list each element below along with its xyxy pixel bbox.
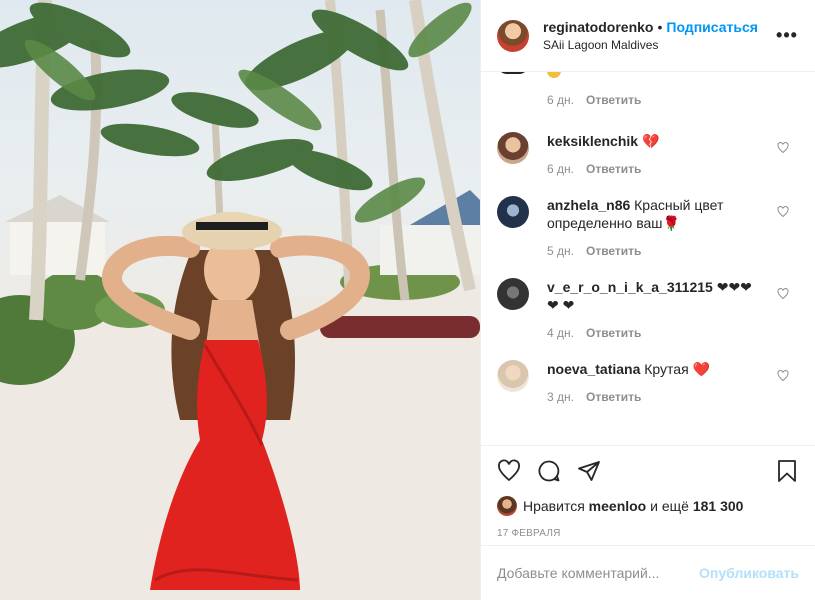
like-comment-heart-icon[interactable] [777, 288, 789, 300]
author-avatar[interactable] [497, 19, 529, 52]
comment-input[interactable] [497, 565, 700, 581]
bookmark-icon[interactable] [775, 459, 799, 483]
comment-body: noeva_tatiana Крутая ❤️ [547, 360, 799, 378]
comment-body: anzhela_n86 Красный цвет определенно ваш… [547, 196, 799, 232]
comment-body: v_e_r_o_n_i_k_a_311215 ❤❤❤❤ ❤ [547, 278, 799, 314]
post-photo[interactable] [0, 0, 480, 600]
comment-time: 4 дн. [547, 326, 574, 340]
likes-count[interactable]: и ещё 181 300 [650, 498, 743, 514]
commenter-username[interactable]: keksiklenchik [547, 133, 638, 149]
previous-avatar[interactable] [497, 72, 529, 74]
reply-button[interactable]: Ответить [586, 390, 641, 404]
like-comment-heart-icon[interactable] [777, 370, 789, 382]
separator-dot: • [657, 19, 663, 35]
likes-prefix: Нравится [523, 498, 585, 514]
reply-button[interactable]: Ответить [586, 326, 641, 340]
commenter-avatar[interactable] [497, 360, 529, 392]
commenter-username[interactable]: anzhela_n86 [547, 197, 630, 213]
comment-text: 💔 [641, 133, 660, 149]
add-comment-bar: Опубликовать [481, 545, 815, 600]
like-comment-heart-icon[interactable] [777, 142, 789, 154]
comment-actions: 6 дн. Ответить [547, 162, 799, 176]
comment-actions: 4 дн. Ответить [547, 326, 799, 340]
comment-time: 3 дн. [547, 390, 574, 404]
comment-text: Крутая ❤️ [644, 361, 710, 377]
post-header: reginatodorenko • Подписаться SAii Lagoo… [481, 0, 815, 72]
post-sidebar: reginatodorenko • Подписаться SAii Lagoo… [480, 0, 815, 600]
previous-actions: 6 дн. Ответить [481, 93, 641, 107]
comment-item: v_e_r_o_n_i_k_a_311215 ❤❤❤❤ ❤ 4 дн. Отве… [481, 266, 815, 340]
more-icon[interactable]: ••• [775, 25, 799, 46]
action-icons-row [481, 446, 815, 496]
previous-comment-fragment: 6 дн. Ответить [481, 72, 815, 120]
likes-number: 181 300 [692, 498, 744, 514]
comment-time: 6 дн. [547, 162, 574, 176]
photo-illustration [0, 0, 480, 600]
comment-item: anzhela_n86 Красный цвет определенно ваш… [481, 184, 815, 258]
previous-emoji [547, 72, 561, 78]
post-location[interactable]: SAii Lagoon Maldives [543, 38, 775, 52]
post-date[interactable]: 17 ФЕВРАЛЯ [481, 516, 815, 539]
liker-username[interactable]: meenloo [589, 498, 647, 514]
like-comment-heart-icon[interactable] [777, 206, 789, 218]
post-actions-section: Нравится meenloo и ещё 181 300 17 ФЕВРАЛ… [481, 445, 815, 539]
comment-item: keksiklenchik 💔 6 дн. Ответить [481, 120, 815, 176]
comments-list[interactable]: 6 дн. Ответить keksiklenchik 💔 6 дн. Отв… [481, 72, 815, 445]
author-meta: reginatodorenko • Подписаться SAii Lagoo… [543, 19, 775, 52]
comment-actions: 5 дн. Ответить [547, 244, 799, 258]
reply-button[interactable]: Ответить [586, 93, 641, 107]
likes-summary: Нравится meenloo и ещё 181 300 [481, 496, 815, 516]
comment-time: 6 дн. [547, 93, 574, 107]
author-username[interactable]: reginatodorenko [543, 19, 653, 35]
commenter-avatar[interactable] [497, 278, 529, 310]
comment-body: keksiklenchik 💔 [547, 132, 799, 150]
comment-icon[interactable] [537, 459, 561, 483]
commenter-username[interactable]: noeva_tatiana [547, 361, 640, 377]
reply-button[interactable]: Ответить [586, 162, 641, 176]
liker-avatar[interactable] [497, 496, 517, 516]
share-icon[interactable] [577, 459, 601, 483]
comment-actions: 3 дн. Ответить [547, 390, 799, 404]
commenter-avatar[interactable] [497, 196, 529, 228]
reply-button[interactable]: Ответить [586, 244, 641, 258]
publish-button[interactable]: Опубликовать [699, 565, 799, 581]
follow-button[interactable]: Подписаться [666, 19, 758, 35]
comment-item: noeva_tatiana Крутая ❤️ 3 дн. Ответить [481, 348, 815, 404]
commenter-avatar[interactable] [497, 132, 529, 164]
heart-icon[interactable] [497, 459, 521, 483]
commenter-username[interactable]: v_e_r_o_n_i_k_a_311215 [547, 279, 713, 295]
comment-time: 5 дн. [547, 244, 574, 258]
